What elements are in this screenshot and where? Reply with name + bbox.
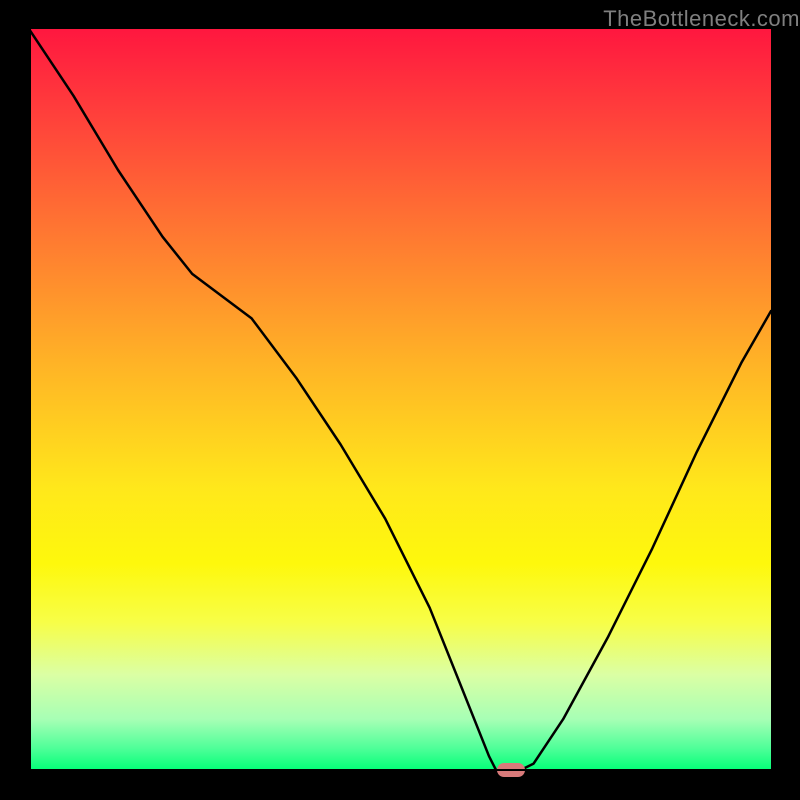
x-axis bbox=[29, 769, 771, 771]
brand-watermark: TheBottleneck.com bbox=[603, 6, 800, 32]
chart-frame: TheBottleneck.com bbox=[0, 0, 800, 800]
bottleneck-gradient-plot bbox=[29, 29, 771, 771]
y-axis bbox=[29, 29, 31, 771]
